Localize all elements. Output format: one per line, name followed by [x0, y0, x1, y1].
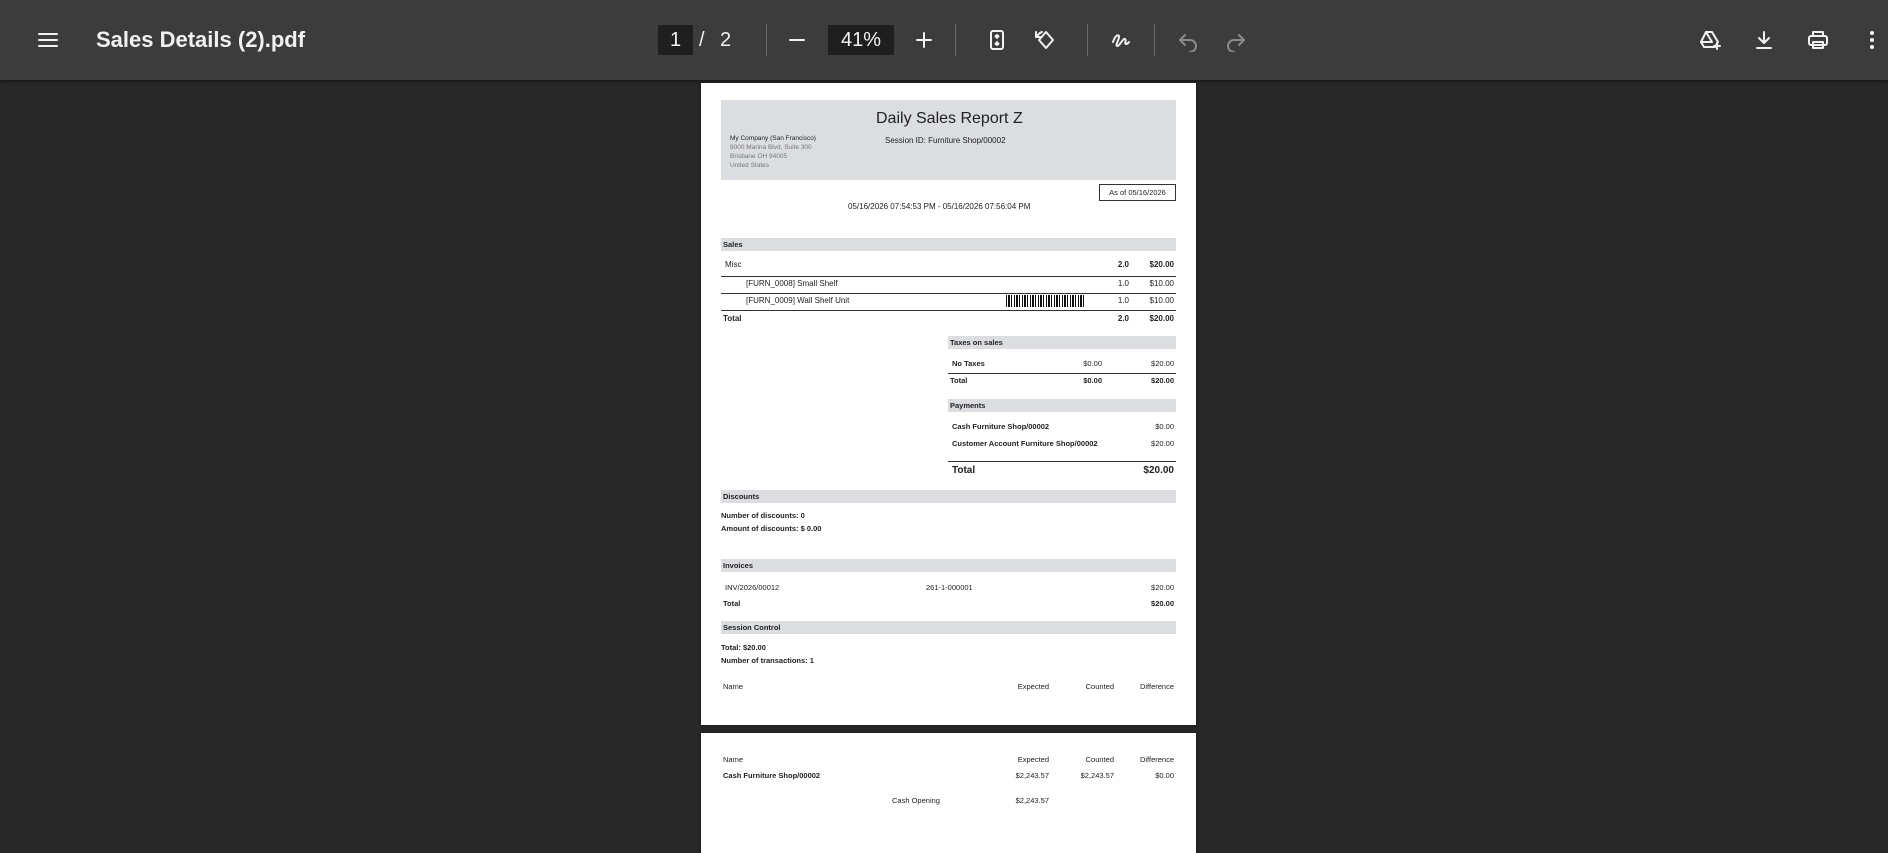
sales-header: Sales [723, 240, 743, 249]
discounts-count: Number of discounts: 0 [721, 511, 805, 520]
column-expected: Expected [1017, 755, 1049, 764]
row-divider [721, 310, 1176, 311]
tax-row-label: No Taxes [952, 359, 985, 368]
cash-row-name: Cash Furniture Shop/00002 [723, 771, 821, 780]
column-counted: Counted [1085, 682, 1114, 691]
row-divider [721, 276, 1176, 277]
sales-header-band [721, 238, 1176, 251]
sales-category: Misc [725, 260, 742, 269]
invoice-amount: $20.00 [1151, 583, 1174, 592]
sales-total-qty: 2.0 [1117, 314, 1129, 323]
document-title: Sales Details (2).pdf [96, 27, 306, 52]
discounts-header: Discounts [723, 492, 760, 501]
fit-page-icon[interactable] [977, 20, 1017, 60]
undo-icon[interactable] [1168, 20, 1208, 60]
payment-name: Customer Account Furniture Shop/00002 [952, 439, 1098, 448]
session-total: Total: $20.00 [721, 643, 766, 652]
tax-row-tax: $0.00 [1083, 359, 1102, 368]
date-range: 05/16/2026 07:54:53 PM - 05/16/2026 07:5… [848, 202, 1031, 211]
sales-line-name: [FURN_0009] Wall Shelf Unit [746, 296, 850, 305]
column-name: Name [723, 682, 744, 691]
drive-add-icon[interactable] [1690, 20, 1730, 60]
invoices-total-amount: $20.00 [1151, 599, 1174, 608]
cash-row-expected: $2,243.57 [1015, 771, 1049, 780]
sales-category-qty: 2.0 [1117, 260, 1129, 269]
tax-total-base: $20.00 [1151, 376, 1174, 385]
draw-icon[interactable] [1101, 20, 1141, 60]
session-control-header: Session Control [723, 623, 781, 632]
payments-total-amount: $20.00 [1143, 465, 1174, 476]
download-icon[interactable] [1744, 20, 1784, 60]
payment-name: Cash Furniture Shop/00002 [952, 422, 1050, 431]
discounts-header-band [721, 490, 1176, 503]
company-name: My Company (San Francisco) [730, 135, 816, 142]
invoice-ref: 261-1-000001 [926, 583, 973, 592]
session-control-header-band [721, 621, 1176, 634]
sales-line-qty: 1.0 [1117, 296, 1129, 305]
pdf-page-1: Daily Sales Report Z My Company (San Fra… [701, 83, 1196, 725]
company-address-line: 8000 Marina Blvd, Suite 300 [730, 144, 812, 151]
session-id: Session ID: Furniture Shop/00002 [885, 136, 1006, 145]
pdf-toolbar: Sales Details (2).pdf 1 / 2 41% [0, 0, 1888, 80]
toolbar-divider [1154, 24, 1155, 56]
company-address-line: United States [730, 162, 770, 169]
discounts-amount: Amount of discounts: $ 0.00 [721, 524, 822, 533]
zoom-out-icon[interactable] [777, 20, 817, 60]
invoices-total-label: Total [723, 599, 741, 608]
page-total: 2 [720, 29, 732, 51]
tax-total-tax: $0.00 [1083, 376, 1102, 385]
tax-total-label: Total [950, 376, 968, 385]
page-separator: / [699, 29, 705, 51]
redo-icon[interactable] [1216, 20, 1256, 60]
rotate-icon[interactable] [1025, 20, 1065, 60]
column-difference: Difference [1139, 755, 1174, 764]
column-name: Name [723, 755, 744, 764]
toolbar-divider [1087, 24, 1088, 56]
as-of-date: As of 05/16/2026 [1099, 184, 1176, 201]
toolbar-divider [955, 24, 956, 56]
barcode-image [1006, 295, 1086, 307]
payments-header: Payments [950, 401, 986, 410]
cash-row-counted: $2,243.57 [1080, 771, 1114, 780]
session-transactions: Number of transactions: 1 [721, 656, 814, 665]
invoices-header: Invoices [723, 561, 754, 570]
pdf-page-2: Name Expected Counted Difference Cash Fu… [701, 733, 1196, 853]
zoom-input[interactable]: 41% [828, 25, 894, 55]
zoom-in-icon[interactable] [904, 20, 944, 60]
sales-line-amount: $10.00 [1149, 296, 1174, 305]
sales-total-amount: $20.00 [1149, 314, 1174, 323]
column-difference: Difference [1139, 682, 1174, 691]
invoice-number: INV/2026/00012 [725, 583, 780, 592]
company-address-line: Brisbane OH 94005 [730, 153, 788, 160]
sales-total-label: Total [723, 314, 742, 323]
column-expected: Expected [1017, 682, 1049, 691]
cash-opening-label: Cash Opening [892, 796, 940, 805]
toolbar-divider [766, 24, 767, 56]
row-divider [721, 293, 1176, 294]
cash-opening-amount: $2,243.57 [1015, 796, 1049, 805]
sales-category-amount: $20.00 [1149, 260, 1174, 269]
page-number-input[interactable]: 1 [658, 25, 693, 55]
menu-icon[interactable] [28, 20, 68, 60]
row-divider [948, 461, 1176, 462]
sales-line-qty: 1.0 [1117, 279, 1129, 288]
print-icon[interactable] [1798, 20, 1838, 60]
more-vert-icon[interactable] [1852, 20, 1888, 60]
invoices-header-band [721, 559, 1176, 572]
report-title: Daily Sales Report Z [876, 110, 1023, 127]
payment-amount: $20.00 [1151, 439, 1174, 448]
tax-row-base: $20.00 [1151, 359, 1174, 368]
taxes-header: Taxes on sales [950, 338, 1003, 347]
cash-row-difference: $0.00 [1155, 771, 1174, 780]
payment-amount: $0.00 [1155, 422, 1174, 431]
row-divider [948, 373, 1176, 374]
column-counted: Counted [1085, 755, 1114, 764]
payments-total-label: Total [952, 465, 976, 476]
sales-line-name: [FURN_0008] Small Shelf [746, 279, 838, 288]
sales-line-amount: $10.00 [1149, 279, 1174, 288]
